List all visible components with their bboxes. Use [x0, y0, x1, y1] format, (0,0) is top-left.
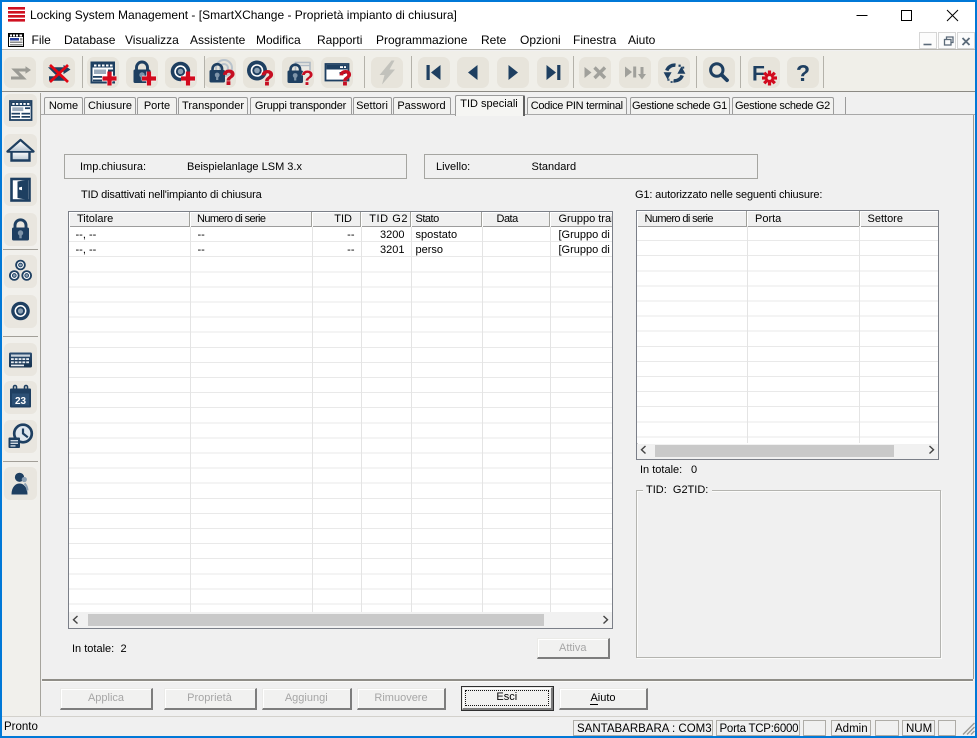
- svg-text:?: ?: [261, 67, 274, 90]
- svg-text:23: 23: [15, 396, 27, 407]
- svg-text:?: ?: [223, 66, 236, 89]
- svg-text:?: ?: [339, 67, 352, 90]
- svg-text:F: F: [752, 62, 765, 85]
- svg-text:?: ?: [796, 60, 810, 86]
- svg-text:?: ?: [301, 67, 314, 90]
